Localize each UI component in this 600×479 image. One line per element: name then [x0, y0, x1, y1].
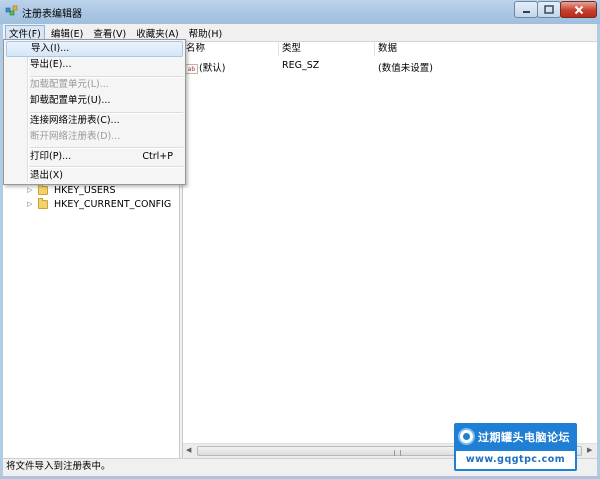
watermark-url: www.gqgtpc.com	[456, 451, 575, 469]
grip-icon	[394, 450, 401, 456]
expand-arrow-icon[interactable]: ▷	[27, 200, 34, 208]
column-header-type[interactable]: 类型	[279, 42, 375, 56]
menu-item-import[interactable]: 导入(I)...	[6, 41, 183, 57]
shortcut-label: Ctrl+P	[142, 151, 173, 162]
value-data: (数值未设置)	[378, 63, 433, 74]
menu-item-export[interactable]: 导出(E)...	[6, 57, 183, 73]
folder-icon	[38, 183, 48, 195]
string-value-icon: ab	[185, 63, 198, 74]
menu-help[interactable]: 帮助(H)	[185, 25, 227, 41]
column-header-data[interactable]: 数据	[375, 42, 597, 56]
expand-arrow-icon[interactable]: ▷	[27, 186, 34, 194]
window-title: 注册表编辑器	[22, 9, 82, 20]
registry-editor-icon	[5, 5, 18, 16]
menu-item-unload-hive[interactable]: 卸载配置单元(U)...	[6, 93, 183, 109]
tree-item-label: HKEY_USERS	[54, 184, 116, 196]
menu-item-disconnect-network-registry: 断开网络注册表(D)...	[30, 131, 121, 142]
title-bar[interactable]: 注册表编辑器	[0, 0, 600, 24]
minimize-icon	[522, 10, 530, 13]
tree-item-hkey-users[interactable]: ▷ HKEY_USERS	[27, 183, 116, 197]
menu-item-exit[interactable]: 退出(X)	[6, 168, 183, 184]
watermark-name: 过期罐头电脑论坛	[478, 431, 570, 444]
scroll-right-icon[interactable]: ▶	[587, 446, 592, 454]
file-menu-dropdown: 导入(I)... 导出(E)... 加载配置单元(L)... 卸载配置单元(U)…	[3, 39, 186, 185]
value-type: REG_SZ	[282, 60, 320, 71]
menu-item-connect-network-registry[interactable]: 连接网络注册表(C)...	[6, 113, 183, 129]
values-list[interactable]: 名称 类型 数据 ab (默认) REG_SZ (数值未设置)	[183, 42, 597, 458]
close-button[interactable]	[560, 1, 597, 18]
folder-icon	[38, 197, 48, 209]
close-icon	[574, 5, 583, 14]
tree-item-hkey-current-config[interactable]: ▷ HKEY_CURRENT_CONFIG	[27, 197, 171, 211]
menu-item-print[interactable]: 打印(P)... Ctrl+P	[6, 149, 183, 165]
site-watermark: 过期罐头电脑论坛 www.gqgtpc.com	[454, 423, 577, 471]
menu-item-load-hive: 加载配置单元(L)...	[30, 79, 109, 90]
column-header-name[interactable]: 名称	[183, 42, 279, 56]
tree-item-label: HKEY_CURRENT_CONFIG	[54, 198, 172, 210]
forum-logo-icon	[458, 428, 475, 445]
menu-item-label: 打印(P)...	[30, 151, 72, 162]
watermark-header: 过期罐头电脑论坛	[454, 423, 577, 450]
maximize-button[interactable]	[537, 1, 561, 18]
value-name: (默认)	[199, 63, 226, 74]
minimize-button[interactable]	[514, 1, 538, 18]
maximize-icon	[544, 5, 554, 14]
value-name-cell: ab (默认)	[185, 60, 225, 74]
scroll-left-icon[interactable]: ◀	[186, 446, 191, 454]
